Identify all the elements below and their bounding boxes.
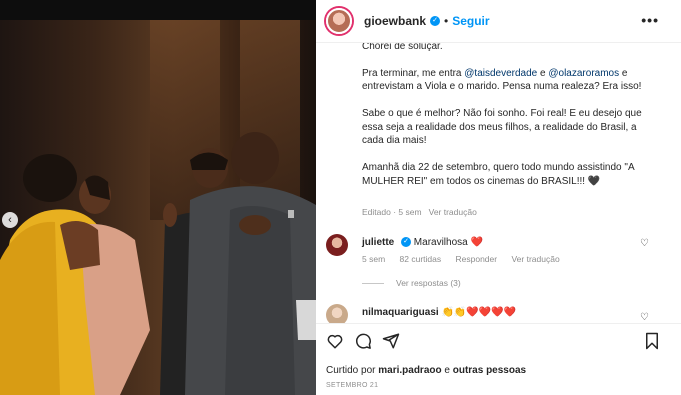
comment-text: Maravilhosa ❤️ [413,237,483,248]
caption-text: e [537,67,549,79]
follow-button[interactable]: Seguir [452,14,489,28]
author-username[interactable]: gioewbank [364,14,426,28]
post-side-panel: Sucedendo Toda Fritos, que talante exerc… [316,0,681,395]
like-heart-icon[interactable] [326,332,344,350]
commenter-username[interactable]: juliette [362,237,394,248]
author-avatar[interactable] [326,8,352,34]
reply-button[interactable]: Responder [456,254,498,264]
post-actions-bar: Curtido por mari.padraoo e outras pessoa… [316,323,681,395]
liked-by-text: Curtido por mari.padraoo e outras pessoa… [326,365,526,376]
comment-meta: 5 sem 82 curtidas Responder Ver tradução [362,254,572,264]
comment-item: nilmaquariguasi 👏👏❤️❤️❤️❤️ ♡ [326,304,671,326]
verified-badge-icon: ✓ [401,237,412,248]
comment-bubble-icon[interactable] [354,332,372,350]
comment-text: 👏👏❤️❤️❤️❤️ [441,307,517,318]
post-photo[interactable]: ‹ [0,0,316,395]
previous-photo-arrow-icon[interactable]: ‹ [2,212,18,228]
caption-edited-time: Editado · 5 sem [362,207,422,217]
liked-by-others-link[interactable]: outras pessoas [453,365,526,376]
comment-likes[interactable]: 82 curtidas [400,254,442,264]
like-comment-heart-icon[interactable]: ♡ [640,238,649,249]
mention-link[interactable]: @olazaroramos [548,68,619,79]
caption-translate-link[interactable]: Ver tradução [429,207,477,217]
post-header: gioewbank ✓ • Seguir ••• [316,0,681,43]
header-separator: • [444,14,449,28]
caption-paragraph: Sabe o que é melhor? Não foi sonho. Foi … [362,108,642,146]
comment-item: juliette ✓ Maravilhosa ❤️ 5 sem 82 curti… [326,234,671,274]
save-bookmark-icon[interactable] [644,332,660,350]
comment-body: juliette ✓ Maravilhosa ❤️ [362,237,483,248]
comment-translate-link[interactable]: Ver tradução [511,254,559,264]
people-hugging-illustration [0,132,316,395]
comment-body: nilmaquariguasi 👏👏❤️❤️❤️❤️ [362,307,516,318]
liked-by-conjunction: e [441,365,453,376]
liked-by-user-link[interactable]: mari.padraoo [378,365,441,376]
commenter-avatar[interactable] [326,234,348,256]
caption-paragraph: Pra terminar, me entra @taisdeverdade e … [362,67,652,94]
comment-age: 5 sem [362,254,386,264]
view-replies-button[interactable]: Ver respostas (3) [362,278,461,288]
post-date: SETEMBRO 21 [326,382,379,389]
caption-meta: Editado · 5 sem Ver tradução [362,207,477,217]
caption-text: Pra terminar, me entra [362,67,465,79]
caption-paragraph: Amanhã dia 22 de setembro, quero todo mu… [362,162,635,187]
mention-link[interactable]: @taisdeverdade [464,68,537,79]
more-options-icon[interactable]: ••• [641,12,659,28]
share-send-icon[interactable] [382,332,400,350]
view-replies-label: Ver respostas (3) [396,278,461,288]
post-caption: Sucedendo Toda Fritos, que talante exerc… [362,14,652,202]
verified-badge-icon: ✓ [430,16,441,26]
replies-line [362,282,384,284]
liked-by-prefix: Curtido por [326,365,379,376]
like-comment-heart-icon[interactable]: ♡ [640,312,649,323]
commenter-username[interactable]: nilmaquariguasi [362,307,439,318]
